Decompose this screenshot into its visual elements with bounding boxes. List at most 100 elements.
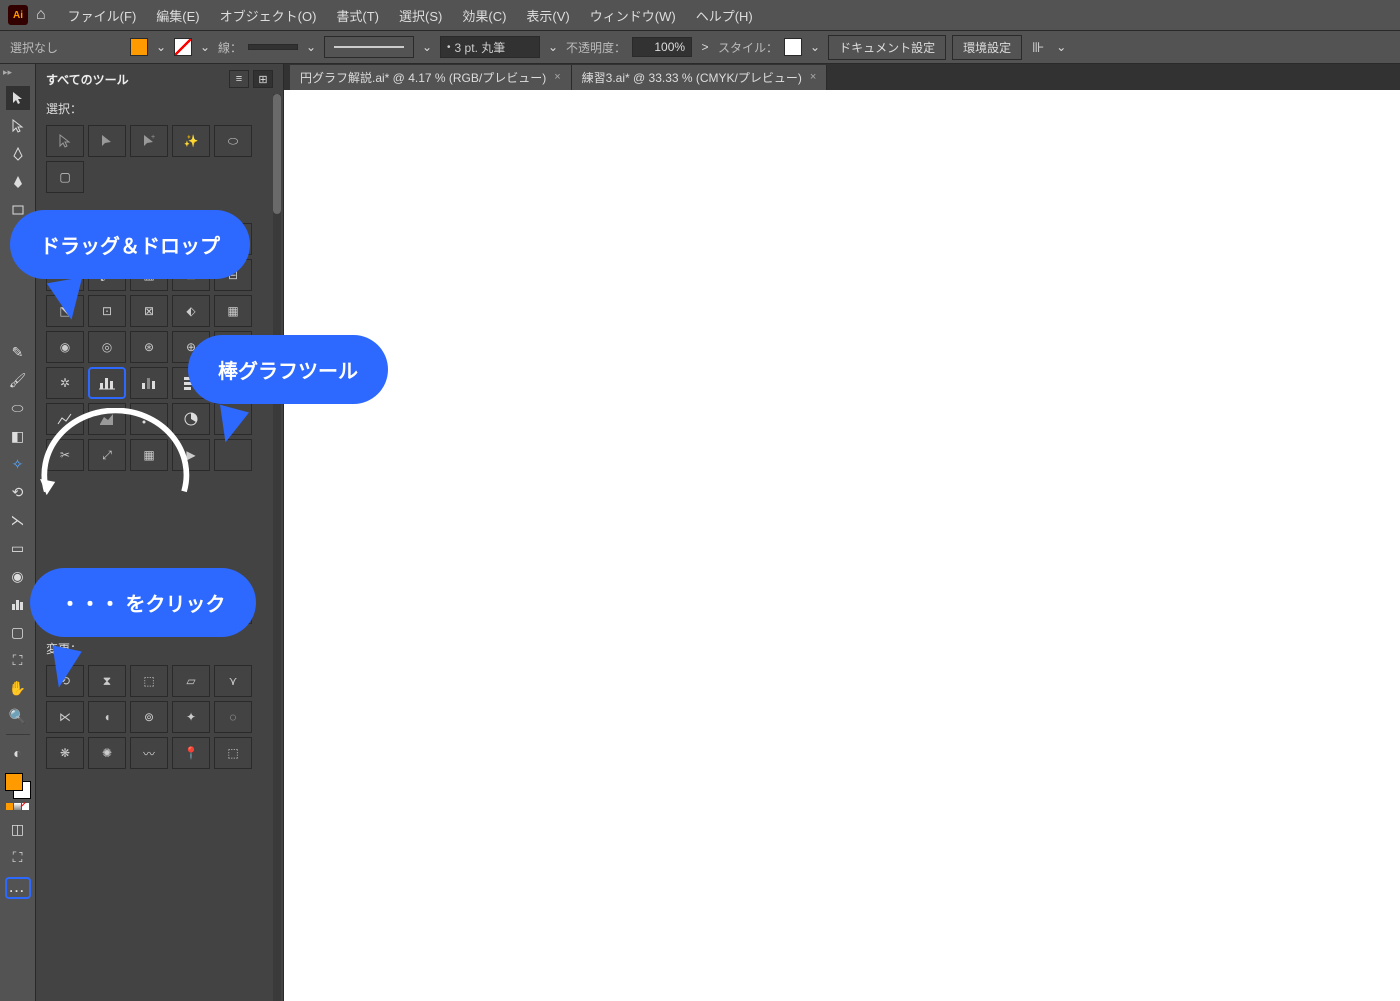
blob-brush-tool[interactable]: ⬭ bbox=[6, 396, 30, 420]
pen-tool[interactable] bbox=[6, 142, 30, 166]
eyedropper-tool[interactable]: ✎ bbox=[6, 340, 30, 364]
group-selection-tool-cell[interactable]: + bbox=[130, 125, 168, 157]
menu-file[interactable]: ファイル(F) bbox=[60, 6, 145, 25]
menu-select[interactable]: 選択(S) bbox=[391, 6, 450, 25]
reshape-tool-cell[interactable]: ⋎ bbox=[214, 665, 252, 697]
lasso-tool-cell[interactable]: ⬭ bbox=[214, 125, 252, 157]
puppet-warp-cell[interactable]: 📍 bbox=[172, 737, 210, 769]
stroke-weight-input[interactable] bbox=[248, 44, 298, 50]
menu-object[interactable]: オブジェクト(O) bbox=[212, 6, 325, 25]
menu-edit[interactable]: 編集(E) bbox=[148, 6, 207, 25]
shape-builder-tool[interactable]: ◉ bbox=[6, 564, 30, 588]
stacked-column-graph-cell[interactable] bbox=[130, 367, 168, 399]
menu-help[interactable]: ヘルプ(H) bbox=[688, 6, 761, 25]
fill-dropdown[interactable]: ⌄ bbox=[154, 40, 168, 54]
wrinkle-tool-cell[interactable]: 〰 bbox=[130, 737, 168, 769]
twirl-tool-cell[interactable]: ⊚ bbox=[130, 701, 168, 733]
direct-selection-tool-cell[interactable] bbox=[88, 125, 126, 157]
perspective-select-cell[interactable]: ▶ bbox=[172, 439, 210, 471]
scallop-tool-cell[interactable]: ❋ bbox=[46, 737, 84, 769]
scrollbar-thumb[interactable] bbox=[273, 94, 281, 214]
magic-wand-tool-cell[interactable]: ✨ bbox=[172, 125, 210, 157]
tool-cell[interactable]: ⬖ bbox=[172, 295, 210, 327]
color-proxy[interactable] bbox=[5, 773, 31, 799]
fill-color[interactable] bbox=[5, 773, 23, 791]
menu-view[interactable]: 表示(V) bbox=[518, 6, 577, 25]
tool-cell[interactable]: ⊛ bbox=[130, 331, 168, 363]
menu-effect[interactable]: 効果(C) bbox=[454, 6, 514, 25]
slice-tool[interactable]: ⛶ bbox=[6, 648, 30, 672]
width-tool[interactable]: ⋋ bbox=[6, 508, 30, 532]
rotate-tool[interactable]: ⟲ bbox=[6, 480, 30, 504]
perspective-grid-cell[interactable]: ▦ bbox=[130, 439, 168, 471]
canvas[interactable] bbox=[284, 90, 1400, 1001]
width-tool-cell[interactable]: ⋉ bbox=[46, 701, 84, 733]
color-mode-icons[interactable] bbox=[6, 803, 30, 813]
home-icon[interactable]: ⌂ bbox=[36, 6, 46, 24]
stroke-weight-dd[interactable]: ⌄ bbox=[304, 40, 318, 54]
zoom-tool[interactable]: 🔍 bbox=[6, 704, 30, 728]
grid-view-icon[interactable]: ⊞ bbox=[253, 70, 273, 88]
tool-cell[interactable]: ◉ bbox=[46, 331, 84, 363]
curvature-tool[interactable] bbox=[6, 170, 30, 194]
direct-selection-tool[interactable] bbox=[6, 114, 30, 138]
style-dd[interactable]: ⌄ bbox=[808, 40, 822, 54]
close-icon[interactable]: × bbox=[554, 71, 560, 83]
pucker-tool-cell[interactable]: ✦ bbox=[172, 701, 210, 733]
tab-document-1[interactable]: 円グラフ解説.ai* @ 4.17 % (RGB/プレビュー) × bbox=[290, 65, 572, 90]
selection-tool-cell[interactable] bbox=[46, 125, 84, 157]
free-transform-cell[interactable]: ⬚ bbox=[214, 737, 252, 769]
column-graph-tool[interactable] bbox=[6, 592, 30, 616]
fill-stroke-toggle[interactable]: ◐ bbox=[6, 741, 30, 765]
selection-tool[interactable] bbox=[6, 86, 30, 110]
style-swatch[interactable] bbox=[784, 38, 802, 56]
paintbrush-tool[interactable]: 🖌 bbox=[6, 368, 30, 392]
scrollbar[interactable] bbox=[273, 94, 281, 1001]
tool-cell[interactable]: ⊡ bbox=[88, 295, 126, 327]
area-graph-cell[interactable] bbox=[88, 403, 126, 435]
expand-icon[interactable]: ▸▸ bbox=[3, 67, 12, 78]
shaper-tool[interactable]: ◧ bbox=[6, 424, 30, 448]
pie-graph-cell[interactable] bbox=[172, 403, 210, 435]
tool-cell[interactable]: ▦ bbox=[214, 295, 252, 327]
slice-select-cell[interactable]: ⤢ bbox=[88, 439, 126, 471]
opacity-input[interactable]: 100% bbox=[632, 37, 692, 57]
stroke-profile-select[interactable] bbox=[324, 36, 414, 58]
slice-tool-cell[interactable]: ✂ bbox=[46, 439, 84, 471]
hand-tool[interactable]: ✋ bbox=[6, 676, 30, 700]
free-transform-tool[interactable]: ▭ bbox=[6, 536, 30, 560]
line-graph-cell[interactable] bbox=[46, 403, 84, 435]
tab-document-2[interactable]: 練習3.ai* @ 33.33 % (CMYK/プレビュー) × bbox=[572, 65, 828, 90]
scatter-graph-cell[interactable] bbox=[130, 403, 168, 435]
menu-type[interactable]: 書式(T) bbox=[328, 6, 387, 25]
opacity-dd[interactable]: > bbox=[698, 40, 712, 54]
crystallize-tool-cell[interactable]: ✺ bbox=[88, 737, 126, 769]
tool-cell[interactable]: ⊠ bbox=[130, 295, 168, 327]
stroke-dropdown[interactable]: ⌄ bbox=[198, 40, 212, 54]
brush-select[interactable]: •3 pt. 丸筆 bbox=[440, 36, 540, 58]
bloat-tool-cell[interactable]: ◌ bbox=[214, 701, 252, 733]
fill-swatch[interactable] bbox=[130, 38, 148, 56]
scale-tool-cell[interactable]: ⬚ bbox=[130, 665, 168, 697]
edit-toolbar-button[interactable]: ... bbox=[5, 877, 31, 899]
brush-dd[interactable]: ⌄ bbox=[546, 40, 560, 54]
warp-tool-cell[interactable]: ◖ bbox=[88, 701, 126, 733]
scissors-tool[interactable]: ✧ bbox=[6, 452, 30, 476]
symbol-sprayer-cell[interactable]: ✲ bbox=[46, 367, 84, 399]
align-dd[interactable]: ⌄ bbox=[1054, 40, 1068, 54]
stroke-profile-dd[interactable]: ⌄ bbox=[420, 40, 434, 54]
preferences-button[interactable]: 環境設定 bbox=[952, 35, 1022, 60]
artboard-tool-cell[interactable]: ▢ bbox=[46, 161, 84, 193]
column-graph-tool-cell[interactable] bbox=[88, 367, 126, 399]
draw-mode-icon[interactable]: ◫ bbox=[6, 817, 30, 841]
align-icon[interactable]: ⊪ bbox=[1028, 39, 1048, 56]
artboard-tool[interactable]: ▢ bbox=[6, 620, 30, 644]
screen-mode-icon[interactable]: ⛶ bbox=[6, 845, 30, 869]
stroke-swatch[interactable] bbox=[174, 38, 192, 56]
menu-window[interactable]: ウィンドウ(W) bbox=[582, 6, 684, 25]
close-icon[interactable]: × bbox=[810, 71, 816, 83]
list-view-icon[interactable]: ≡ bbox=[229, 70, 249, 88]
document-setup-button[interactable]: ドキュメント設定 bbox=[828, 35, 946, 60]
reflect-tool-cell[interactable]: ⧗ bbox=[88, 665, 126, 697]
tool-cell[interactable]: ◎ bbox=[88, 331, 126, 363]
